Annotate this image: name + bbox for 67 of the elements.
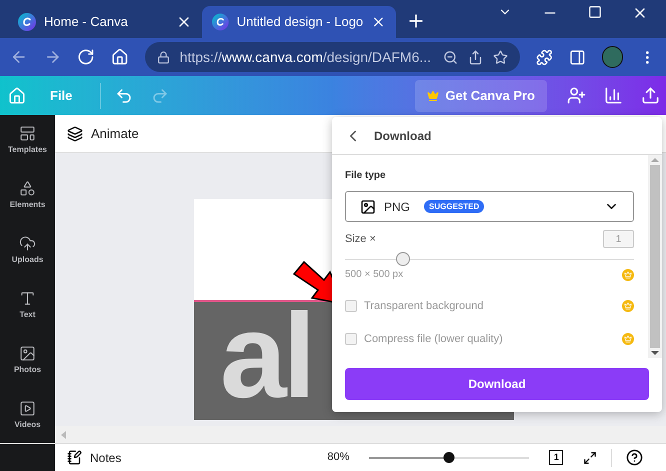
address-bar[interactable]: https://www.canva.com/design/DAFM6...	[144, 42, 520, 72]
app-logo-icon	[212, 13, 229, 31]
checkbox[interactable]	[345, 300, 357, 312]
sidebar-item[interactable]: Photos	[14, 345, 42, 376]
file-type-label: File type	[345, 169, 387, 183]
dimensions-text: 500 × 500 px	[345, 268, 404, 282]
slider-thumb[interactable]	[396, 252, 410, 266]
url-text: https://www.canva.com/design/DAFM6...	[180, 48, 432, 67]
pro-crown-icon	[622, 268, 634, 280]
zoom-slider-thumb[interactable]	[444, 452, 455, 463]
size-label: Size ×	[345, 232, 376, 247]
sidebar-item[interactable]: Uploads	[12, 235, 44, 266]
sidebar-item-icon	[19, 235, 36, 252]
pro-crown-icon	[622, 332, 634, 345]
sidebar-item-icon	[19, 290, 36, 307]
fullscreen-icon[interactable]	[583, 450, 598, 464]
notes-icon[interactable]	[67, 450, 82, 465]
bookmark-star-icon[interactable]	[493, 50, 508, 64]
animate-icon	[67, 126, 83, 142]
option-label: Compress file (lower quality)	[364, 332, 504, 346]
tab-title: Home - Canva	[44, 13, 129, 32]
file-type-value: PNG	[384, 198, 410, 216]
lock-icon	[156, 50, 170, 64]
sidebar-item-icon	[18, 125, 36, 142]
download-button[interactable]: Download	[345, 368, 649, 400]
maximize-icon[interactable]	[588, 5, 602, 19]
upload-icon[interactable]	[641, 86, 660, 105]
animate-button[interactable]: Animate	[91, 124, 139, 144]
logo-text: al	[220, 302, 312, 410]
panel-title: Download	[374, 128, 432, 144]
profile-avatar[interactable]	[602, 46, 624, 68]
get-pro-button[interactable]: Get Canva Pro	[415, 80, 547, 112]
sidebar-item[interactable]: Videos	[14, 400, 41, 431]
extensions-icon[interactable]	[536, 48, 553, 66]
sidebar-item[interactable]: Text	[19, 290, 36, 321]
insights-icon[interactable]	[604, 86, 623, 105]
home-icon[interactable]	[111, 48, 129, 66]
notes-label[interactable]: Notes	[90, 448, 122, 466]
zoom-level: 80%	[327, 450, 350, 466]
browser-tab[interactable]: Untitled design - Logo	[202, 6, 396, 38]
image-icon	[360, 198, 376, 214]
sidebar-item-icon	[18, 345, 36, 362]
page-count[interactable]: 1	[549, 450, 564, 465]
crown-icon	[427, 90, 440, 102]
sidebar-item[interactable]: Elements	[10, 180, 46, 211]
sidebar-item[interactable]: Templates	[8, 125, 47, 156]
suggested-badge: SUGGESTED	[424, 200, 484, 213]
pro-crown-icon	[622, 300, 634, 312]
option-label: Transparent background	[364, 299, 484, 314]
horizontal-scrollbar[interactable]	[55, 426, 666, 443]
undo-icon[interactable]	[115, 86, 134, 104]
share-icon[interactable]	[468, 50, 484, 64]
sidebar-item-icon	[18, 180, 36, 197]
file-type-dropdown[interactable]: PNG SUGGESTED	[345, 191, 634, 222]
tab-title: Untitled design - Logo	[236, 13, 364, 32]
help-icon[interactable]	[626, 449, 644, 466]
reload-icon[interactable]	[77, 48, 96, 66]
size-slider[interactable]	[345, 252, 634, 266]
share-people-icon[interactable]	[567, 86, 586, 105]
checkbox[interactable]	[345, 332, 357, 345]
browser-tab[interactable]: Home - Canva	[8, 6, 202, 38]
sidebar-item-icon	[19, 400, 36, 417]
side-panel-icon[interactable]	[568, 48, 586, 66]
vertical-scrollbar[interactable]	[648, 155, 662, 358]
zoom-icon[interactable]	[443, 50, 458, 64]
app-logo-icon	[18, 13, 36, 31]
zoom-slider[interactable]	[369, 452, 530, 464]
